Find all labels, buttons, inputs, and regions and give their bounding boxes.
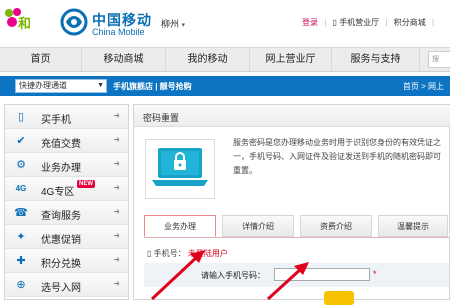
red-arrow-right <box>266 262 309 300</box>
red-arrow-left <box>150 250 205 300</box>
annotation-arrows <box>150 250 309 300</box>
